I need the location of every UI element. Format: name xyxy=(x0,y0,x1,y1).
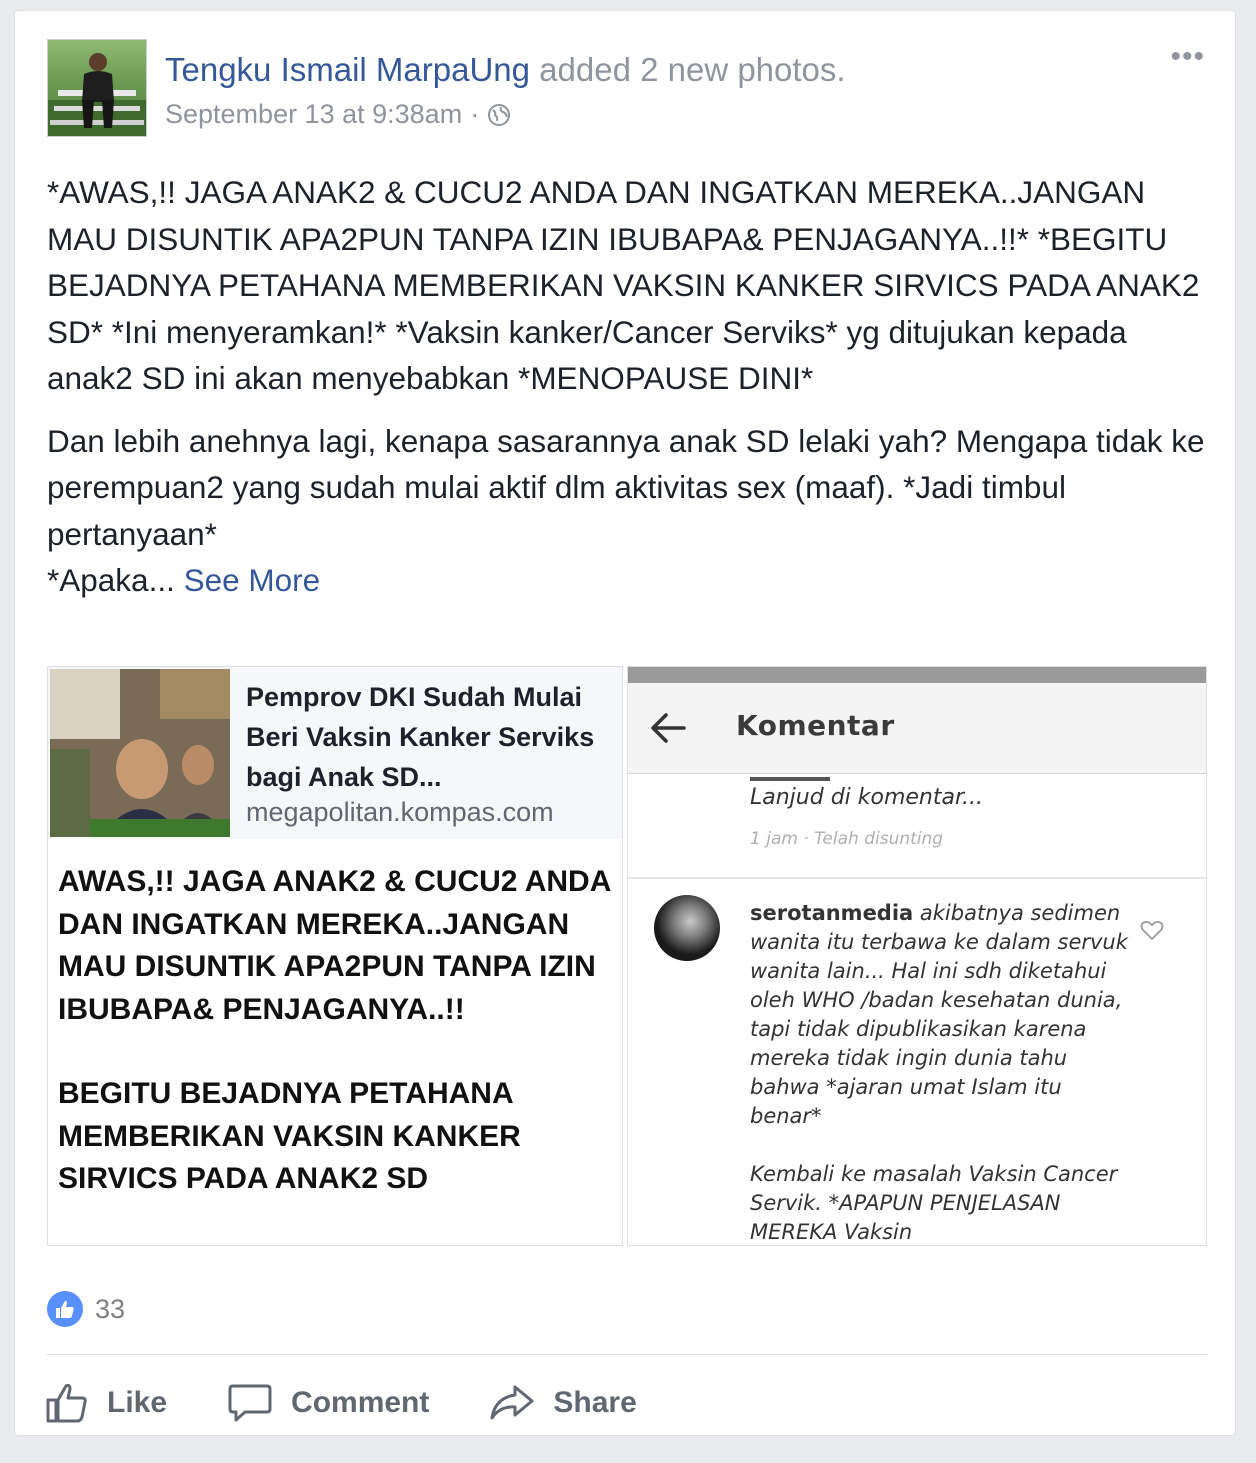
commenter-avatar xyxy=(654,895,720,961)
post-meta: September 13 at 9:38am · xyxy=(165,99,511,130)
post-action-text: added 2 new photos. xyxy=(539,51,845,88)
actions-divider xyxy=(47,1354,1207,1355)
post-actions: Like Comment Share xyxy=(45,1371,697,1435)
link-preview: Pemprov DKI Sudah Mulai Beri Vaksin Kank… xyxy=(48,667,622,839)
back-arrow-icon xyxy=(651,713,686,743)
phone-screen-title: Komentar xyxy=(736,709,895,742)
globe-icon[interactable] xyxy=(487,103,511,127)
post-paragraph-text: Dan lebih anehnya lagi, kenapa sasaranny… xyxy=(47,422,1205,552)
post-paragraph-truncated: *Apaka... See More xyxy=(47,557,1207,604)
share-button[interactable]: Share xyxy=(489,1382,637,1424)
comment-2-body-continued: Kembali ke masalah Vaksin Cancer Servik.… xyxy=(750,1162,1118,1244)
phone-status-bar xyxy=(628,667,1206,683)
post-card: Tengku Ismail MarpaUng added 2 new photo… xyxy=(14,10,1236,1436)
like-button[interactable]: Like xyxy=(45,1382,167,1424)
photo-1-caption: AWAS,!! JAGA ANAK2 & CUCU2 ANDA DAN INGA… xyxy=(58,861,618,1243)
meta-separator: · xyxy=(470,99,480,129)
photo-1-text-block: BEGITU BEJADNYA PETAHANA MEMBERIKAN VAKS… xyxy=(58,1077,521,1195)
author-name-link[interactable]: Tengku Ismail MarpaUng xyxy=(165,51,530,88)
thumbs-up-icon xyxy=(56,1300,74,1318)
post-action-label: added 2 new photos. xyxy=(539,51,846,88)
post-paragraph: *AWAS,!! JAGA ANAK2 & CUCU2 ANDA DAN ING… xyxy=(47,174,1200,396)
share-icon xyxy=(490,1385,534,1420)
post-paragraph: Dan lebih anehnya lagi, kenapa sasaranny… xyxy=(47,418,1207,558)
heart-icon xyxy=(1140,920,1164,941)
link-domain: megapolitan.kompas.com xyxy=(246,797,554,827)
comment-2: serotanmedia akibatnya sedimen wanita it… xyxy=(750,899,1130,1245)
news-photo-icon xyxy=(50,669,230,837)
like-label: Like xyxy=(107,1386,168,1419)
comment-2-text: akibatnya sedimen wanita itu terbawa ke … xyxy=(750,901,1128,1128)
post-timestamp-link[interactable]: September 13 at 9:38am xyxy=(165,99,462,130)
link-title[interactable]: Pemprov DKI Sudah Mulai Beri Vaksin Kank… xyxy=(246,677,622,797)
comment-divider xyxy=(628,877,1206,879)
comment-icon xyxy=(228,1384,272,1422)
photo-grid: Pemprov DKI Sudah Mulai Beri Vaksin Kank… xyxy=(47,666,1207,1246)
truncated-text: *Apaka... xyxy=(47,562,184,598)
comment-label: Comment xyxy=(291,1386,430,1419)
comment-2-body: serotanmedia akibatnya sedimen wanita it… xyxy=(750,899,1130,1131)
like-icon xyxy=(46,1383,87,1423)
comment-1-text: Lanjud di komentar... xyxy=(750,785,983,810)
comment-button[interactable]: Comment xyxy=(227,1382,429,1424)
reaction-count[interactable]: 33 xyxy=(95,1294,125,1325)
phone-app-bar: Komentar xyxy=(628,683,1206,774)
author-avatar[interactable] xyxy=(47,39,147,137)
post-message: *AWAS,!! JAGA ANAK2 & CUCU2 ANDA DAN ING… xyxy=(47,169,1207,620)
reactions-bar: 33 xyxy=(47,1291,125,1327)
photo-1-text-block: AWAS,!! JAGA ANAK2 & CUCU2 ANDA DAN INGA… xyxy=(58,865,611,1026)
avatar-photo-icon xyxy=(48,53,146,136)
photo-2[interactable]: Komentar Lanjud di komentar... 1 jam · T… xyxy=(627,666,1207,1246)
photo-1[interactable]: Pemprov DKI Sudah Mulai Beri Vaksin Kank… xyxy=(47,666,623,1246)
comment-1-meta: 1 jam · Telah disunting xyxy=(750,829,944,849)
like-reaction-icon[interactable] xyxy=(47,1291,83,1327)
commenter-username: serotanmedia xyxy=(750,901,914,925)
post-options-button[interactable]: ••• xyxy=(1170,42,1205,72)
link-thumbnail xyxy=(50,669,230,837)
post-header: Tengku Ismail MarpaUng added 2 new photo… xyxy=(165,51,846,89)
share-label: Share xyxy=(553,1386,637,1419)
see-more-link[interactable]: See More xyxy=(184,562,321,598)
